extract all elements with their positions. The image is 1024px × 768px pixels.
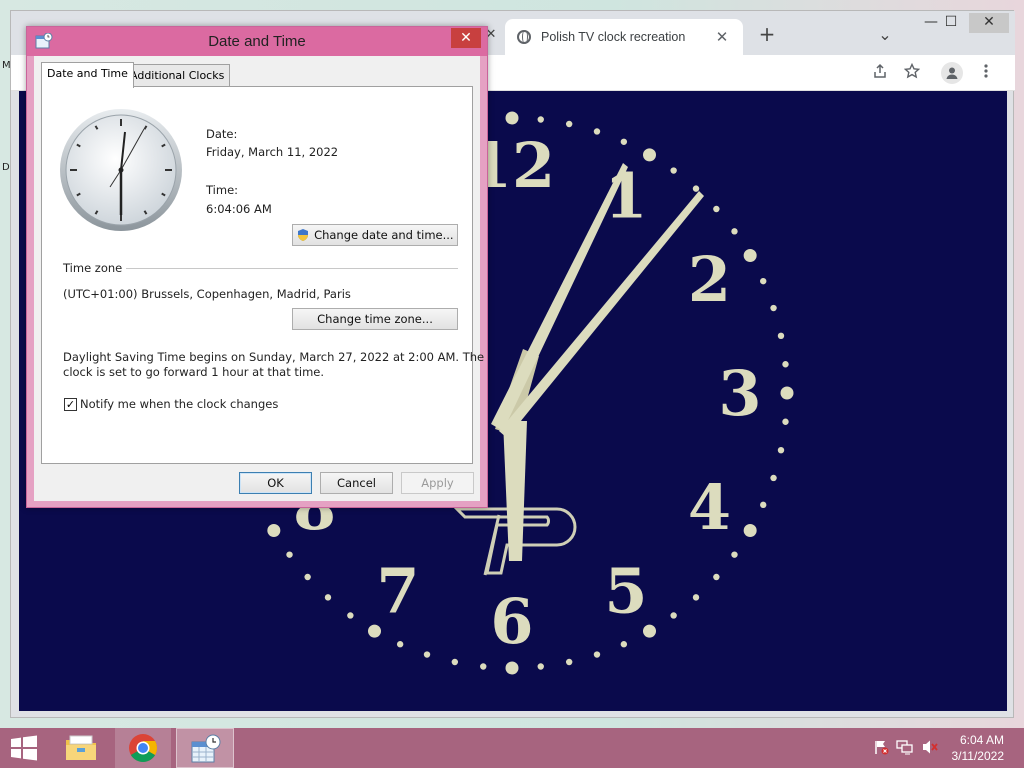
tab-close-button[interactable]: ✕	[713, 28, 731, 46]
clock-minute-dot	[770, 474, 777, 482]
taskbar-clock[interactable]: 6:04 AM 3/11/2022	[924, 732, 1005, 764]
clock-numeral: 3	[718, 357, 761, 430]
clock-minute-hand	[491, 163, 628, 431]
tab-additional-clocks[interactable]: Additional Clocks	[124, 64, 231, 87]
clock-minute-dot	[593, 128, 601, 135]
clock-minute-dot	[782, 418, 789, 425]
change-date-time-label: Change date and time...	[314, 228, 454, 242]
dst-info-line1: Daylight Saving Time begins on Sunday, M…	[63, 350, 485, 364]
clock-minute-dot	[537, 116, 544, 123]
start-button[interactable]	[0, 728, 50, 768]
action-center-flag-icon[interactable]	[872, 739, 890, 757]
apply-button[interactable]: Apply	[401, 472, 474, 494]
taskbar-clock-date: 3/11/2022	[951, 749, 1005, 763]
clock-minute-dot	[480, 663, 487, 670]
network-icon[interactable]	[896, 739, 914, 757]
clock-minute-dot	[347, 612, 354, 619]
date-value: Friday, March 11, 2022	[206, 145, 339, 159]
share-icon[interactable]	[869, 63, 891, 83]
tab-polish-tv-clock[interactable]: Polish TV clock recreation ✕	[505, 19, 743, 55]
taskbar-clock-time: 6:04 AM	[959, 733, 1004, 747]
clock-minute-dot	[670, 167, 677, 174]
taskbar: 6:04 AM 3/11/2022	[0, 728, 1024, 768]
clock-minute-dot	[731, 228, 738, 235]
dialog-close-button[interactable]: ✕	[451, 28, 481, 48]
clock-minute-dot	[770, 304, 777, 312]
timezone-separator	[126, 268, 458, 269]
clock-minute-dot	[620, 138, 628, 145]
clock-minute-dot	[537, 663, 544, 670]
clock-minute-dot	[713, 573, 720, 581]
dialog-title: Date and Time	[208, 33, 306, 50]
maximize-button[interactable]: ☐	[933, 13, 969, 33]
clock-minute-dot	[451, 658, 459, 666]
clock-minute-dot	[267, 524, 281, 537]
clock-numeral: 7	[376, 554, 419, 627]
file-explorer-icon[interactable]	[54, 728, 110, 768]
clock-minute-dot	[760, 501, 767, 509]
globe-icon	[517, 30, 531, 44]
timezone-value: (UTC+01:00) Brussels, Copenhagen, Madrid…	[63, 287, 351, 301]
clock-numeral: 5	[604, 554, 647, 627]
clock-minute-dot	[743, 524, 757, 537]
time-label: Time:	[206, 183, 239, 197]
clock-minute-dot	[777, 332, 785, 340]
ok-button[interactable]: OK	[239, 472, 312, 494]
clock-minute-dot	[743, 249, 757, 262]
clock-numeral: 4	[688, 471, 731, 544]
clock-minute-dot	[505, 661, 519, 675]
clock-minute-dot	[505, 111, 519, 125]
dialog-titlebar[interactable]: Date and Time ✕	[27, 27, 487, 56]
date-time-app-icon[interactable]	[176, 728, 234, 768]
clock-minute-dot	[396, 641, 404, 648]
clock-minute-dot	[713, 205, 720, 213]
clock-minute-dot	[324, 594, 332, 601]
dialog-body: Date and Time Additional Clocks Date: Fr…	[34, 56, 484, 501]
notify-checkbox[interactable]: ✓	[64, 398, 77, 411]
new-tab-button[interactable]: +	[755, 24, 779, 44]
clock-minute-dot	[286, 551, 293, 558]
tab-date-and-time[interactable]: Date and Time	[41, 62, 134, 88]
dst-info-line2: clock is set to go forward 1 hour at tha…	[63, 365, 325, 379]
clock-minute-dot	[782, 361, 789, 368]
menu-icon[interactable]	[975, 63, 997, 83]
cancel-button[interactable]: Cancel	[320, 472, 393, 494]
clock-minute-dot	[760, 277, 767, 285]
notify-checkbox-label[interactable]: Notify me when the clock changes	[80, 397, 278, 411]
time-value: 6:04:06 AM	[206, 202, 272, 216]
desktop-icon-fragment[interactable]: D	[2, 162, 10, 173]
clock-minute-dot	[620, 641, 628, 648]
clock-minute-dot	[780, 386, 794, 400]
clock-minute-dot	[593, 651, 601, 658]
windows-logo-icon	[11, 735, 37, 761]
clock-minute-dot	[670, 612, 677, 619]
timezone-heading: Time zone	[63, 261, 123, 275]
change-date-time-button[interactable]: Change date and time...	[292, 224, 458, 246]
clock-minute-dot	[304, 573, 311, 581]
clock-minute-dot	[565, 120, 573, 128]
clock-minute-dot	[423, 651, 431, 658]
clock-minute-dot	[692, 594, 700, 601]
profile-icon[interactable]	[941, 62, 963, 84]
date-time-dialog: Date and Time ✕ Date and Time Additional…	[26, 26, 488, 508]
star-icon[interactable]	[901, 62, 923, 83]
clock-numeral: 2	[688, 243, 731, 316]
date-label: Date:	[206, 127, 238, 141]
clock-numeral: 6	[490, 585, 533, 658]
tab-title: Polish TV clock recreation	[541, 30, 686, 44]
clock-minute-dot	[731, 551, 738, 558]
clock-second-hand	[499, 191, 704, 438]
analog-clock-icon	[60, 109, 182, 231]
change-timezone-button[interactable]: Change time zone...	[292, 308, 458, 330]
clock-minute-dot	[777, 446, 785, 454]
shield-icon	[298, 229, 309, 241]
chrome-icon[interactable]	[115, 728, 171, 768]
clock-minute-dot	[565, 658, 573, 666]
window-close-button[interactable]: ✕	[969, 13, 1009, 33]
tab-panel: Date: Friday, March 11, 2022 Time: 6:04:…	[41, 86, 484, 464]
clock-lower-hand	[503, 421, 527, 561]
clock-minute-dot	[692, 185, 700, 192]
tab-search-button[interactable]: ⌄	[873, 25, 897, 44]
